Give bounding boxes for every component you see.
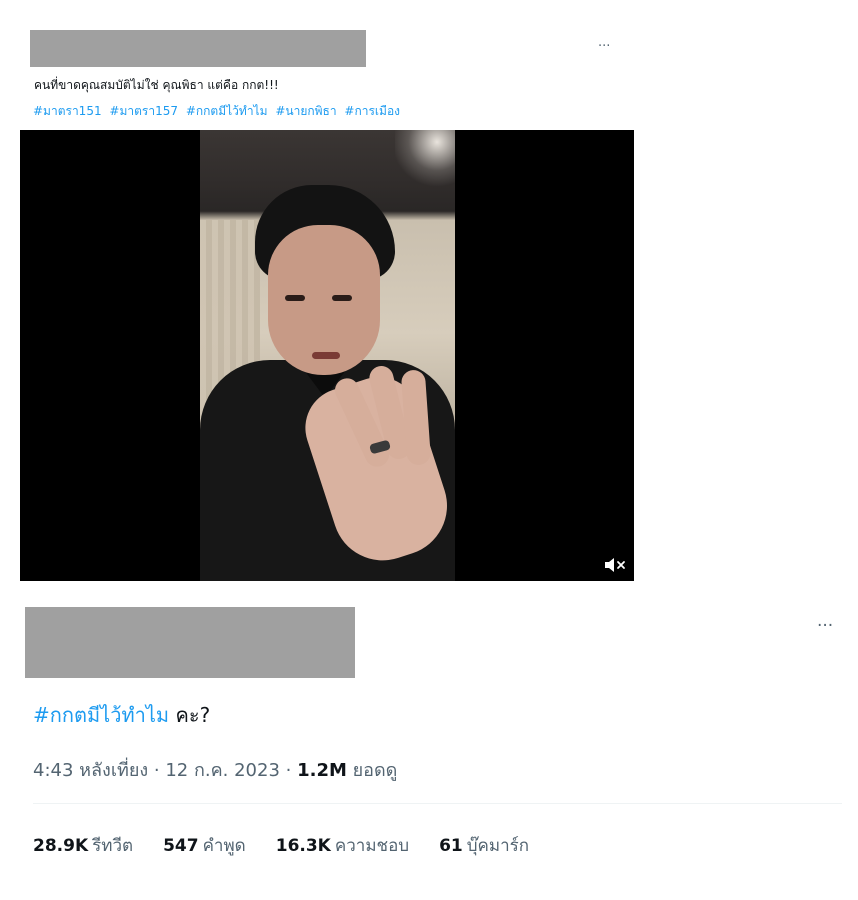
view-count: 1.2M bbox=[297, 760, 347, 781]
hashtag-link[interactable]: #การเมือง bbox=[344, 104, 400, 118]
tweet-text-rest: คะ? bbox=[169, 703, 211, 727]
tweet-date[interactable]: 12 ก.ค. 2023 bbox=[165, 760, 280, 781]
tweet-time[interactable]: 4:43 หลังเที่ยง bbox=[33, 760, 148, 781]
retweet-stat[interactable]: 28.9K รีทวีต bbox=[33, 832, 133, 859]
like-stat[interactable]: 16.3K ความชอบ bbox=[276, 832, 409, 859]
tweet-meta: 4:43 หลังเที่ยง · 12 ก.ค. 2023 · 1.2M ยอ… bbox=[33, 755, 397, 784]
embed-hashtags: #มาตรา151 #มาตรา157 #กกตมีไว้ทำไม #นายกพ… bbox=[33, 102, 404, 121]
redacted-author-top bbox=[30, 30, 366, 67]
meta-separator: · bbox=[148, 760, 166, 781]
more-options-icon[interactable]: ··· bbox=[598, 40, 610, 53]
meta-separator: · bbox=[279, 760, 298, 781]
hashtag-link[interactable]: #กกตมีไว้ทำไม bbox=[33, 703, 169, 727]
view-label: ยอดดู bbox=[346, 760, 398, 781]
speaker-muted-icon[interactable] bbox=[603, 556, 627, 574]
divider bbox=[33, 803, 842, 804]
redacted-author-main bbox=[25, 607, 355, 678]
hashtag-link[interactable]: #กกตมีไว้ทำไม bbox=[186, 104, 268, 118]
more-options-icon[interactable]: ··· bbox=[817, 618, 833, 635]
engagement-stats: 28.9K รีทวีต 547 คำพูด 16.3K ความชอบ 61 บุ๊ค… bbox=[33, 832, 529, 859]
tweet-text: #กกตมีไว้ทำไม คะ? bbox=[33, 699, 210, 731]
quote-stat[interactable]: 547 คำพูด bbox=[163, 832, 246, 859]
bookmark-stat[interactable]: 61 บุ๊คมาร์ก bbox=[439, 832, 529, 859]
video-frame bbox=[200, 130, 455, 581]
video-player[interactable] bbox=[20, 130, 634, 581]
hashtag-link[interactable]: #มาตรา151 bbox=[33, 104, 102, 118]
embed-post-text: คนที่ขาดคุณสมบัติไม่ใช่ คุณพิธา แต่คือ ก… bbox=[34, 78, 279, 92]
hashtag-link[interactable]: #นายกพิธา bbox=[275, 104, 336, 118]
hashtag-link[interactable]: #มาตรา157 bbox=[109, 104, 178, 118]
